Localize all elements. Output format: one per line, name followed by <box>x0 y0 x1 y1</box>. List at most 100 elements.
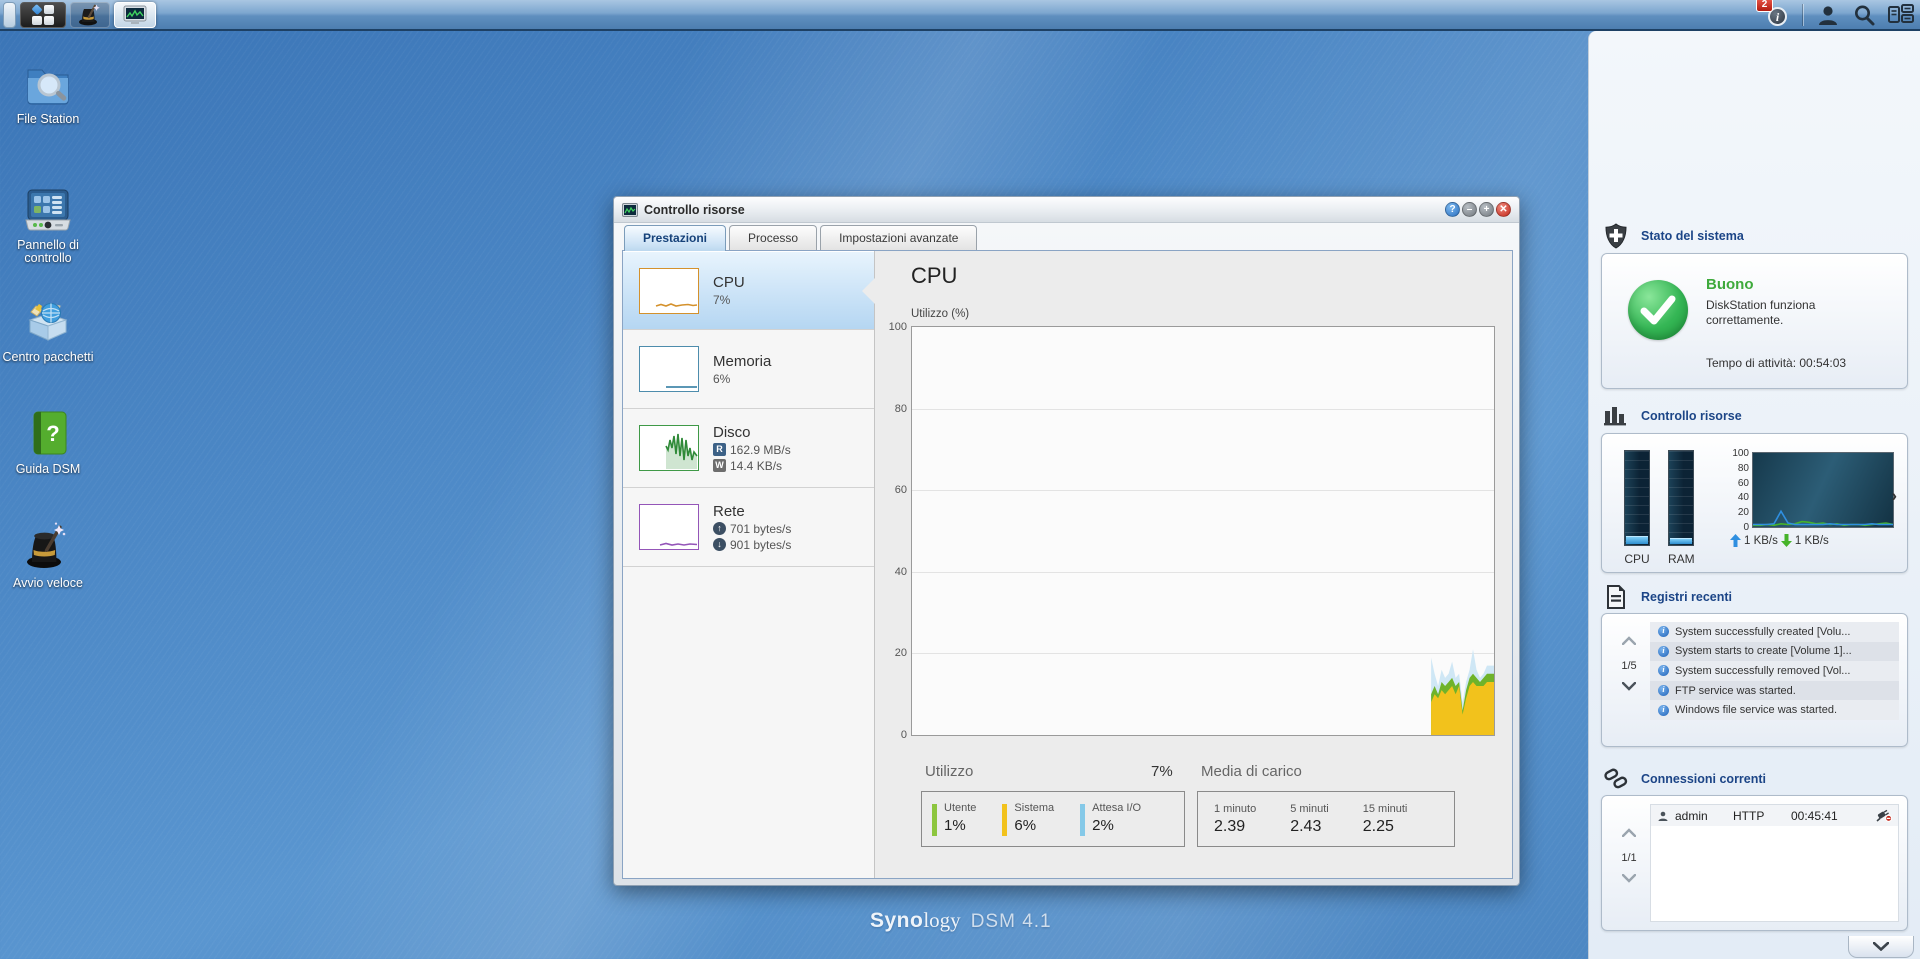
connection-user: admin <box>1675 808 1708 823</box>
window-close-button[interactable]: ✕ <box>1496 202 1511 217</box>
desktop-icon-control-panel[interactable]: Pannello di controllo <box>0 184 96 265</box>
logs-page-down[interactable] <box>1621 681 1637 691</box>
system-status-header: Stato del sistema <box>1603 223 1744 249</box>
logs-page-up[interactable] <box>1621 636 1637 646</box>
connection-time: 00:45:41 <box>1791 808 1838 823</box>
dsm-version: DSM 4.1 <box>970 911 1052 932</box>
notification-badge: 2 <box>1756 0 1773 12</box>
load-average-box: 1 minuto 2.39 5 minuti 2.43 15 minuti 2.25 <box>1197 791 1455 847</box>
cpu-sparkline <box>639 267 699 314</box>
connections-box: 1/1 admin HTTP 00:45:41 <box>1601 795 1908 931</box>
desktop-icon-quick-start[interactable]: Avvio veloce <box>0 522 96 590</box>
package-center-icon <box>28 303 68 341</box>
download-arrow-icon: ↓ <box>713 538 726 551</box>
resource-monitor-taskbar-button[interactable] <box>114 1 156 28</box>
network-down-value: 901 bytes/s <box>730 537 792 552</box>
category-item-rete[interactable]: Rete ↑ 701 bytes/s ↓ 901 bytes/s <box>623 488 874 567</box>
download-rate: 1 KB/s <box>1794 534 1829 547</box>
connection-row[interactable]: admin HTTP 00:45:41 <box>1651 805 1898 826</box>
disk-write-badge: W <box>713 459 726 472</box>
window-titlebar[interactable]: Controllo risorse ? – + ✕ <box>614 197 1519 223</box>
log-entry[interactable]: i FTP service was started. <box>1650 680 1899 701</box>
resource-widget-box: CPU RAM 100 80 60 40 20 0 1 KB/s 1 KB/s … <box>1601 433 1908 573</box>
connections-pager: 1/1 <box>1612 824 1646 892</box>
log-entry[interactable]: i System successfully created [Volu... <box>1650 622 1899 642</box>
window-title: Controllo risorse <box>644 202 745 217</box>
magic-hat-icon <box>79 4 100 25</box>
quick-start-icon <box>27 522 66 568</box>
network-up-value: 701 bytes/s <box>730 521 792 536</box>
tab-impostazioni-avanzate[interactable]: Impostazioni avanzate <box>820 225 978 251</box>
memory-sparkline <box>639 346 699 392</box>
ram-bar <box>1668 450 1694 546</box>
dsm-footer-logo: Synology DSM 4.1 <box>870 908 1052 932</box>
main-menu-button[interactable] <box>20 1 66 28</box>
system-status-box: Buono DiskStation funziona correttamente… <box>1601 253 1908 389</box>
category-item-memoria[interactable]: Memoria 6% <box>623 330 874 409</box>
window-maximize-button[interactable]: + <box>1479 202 1494 217</box>
y-tick: 100 <box>888 321 907 333</box>
connections-list: admin HTTP 00:45:41 <box>1650 804 1899 922</box>
window-tabs: Prestazioni Processo Impostazioni avanza… <box>624 225 978 251</box>
usage-legend-box: Utente 1% Sistema 6% Attesa I/O 2% <box>921 791 1185 847</box>
connection-protocol: HTTP <box>1733 808 1765 823</box>
pilot-view-icon[interactable] <box>1888 3 1914 26</box>
connections-header: Connessioni correnti <box>1603 766 1766 792</box>
info-icon: i <box>1658 704 1669 716</box>
log-entry[interactable]: i System successfully removed [Vol... <box>1650 661 1899 681</box>
status-description: DiskStation funziona correttamente. <box>1706 298 1816 327</box>
y-tick: 60 <box>894 484 907 497</box>
logs-pager: 1/5 <box>1612 632 1646 700</box>
desktop-icon-dsm-help[interactable]: ? Guida DSM <box>0 408 96 476</box>
disk-read-badge: R <box>713 443 726 456</box>
status-uptime: Tempo di attività: 00:54:03 <box>1706 356 1847 370</box>
upload-rate: 1 KB/s <box>1744 534 1778 547</box>
notifications-button[interactable]: i 2 <box>1756 0 1791 28</box>
main-menu-icon <box>31 3 54 25</box>
file-station-icon <box>27 69 69 105</box>
load-15min: 15 minuti 2.25 <box>1362 802 1408 835</box>
resource-monitor-icon <box>123 5 147 24</box>
log-entry[interactable]: i Windows file service was started. <box>1650 700 1899 720</box>
desktop-icon-label: Pannello di controllo <box>17 238 79 265</box>
category-value: 7% <box>713 293 731 307</box>
user-menu-icon[interactable] <box>1816 3 1840 27</box>
resource-widget-header: Controllo risorse <box>1603 403 1742 429</box>
info-icon: i <box>1658 685 1669 697</box>
sidebar-collapse-tab[interactable] <box>1848 936 1914 958</box>
category-item-cpu[interactable]: CPU 7% <box>623 251 875 330</box>
status-ok-icon <box>1628 280 1688 340</box>
tab-prestazioni[interactable]: Prestazioni <box>624 225 727 251</box>
network-rates: 1 KB/s 1 KB/s <box>1730 534 1829 547</box>
category-value: 6% <box>713 371 731 386</box>
y-tick: 40 <box>894 565 907 578</box>
tab-processo[interactable]: Processo <box>729 225 818 251</box>
load-average-label: Media di carico <box>1201 763 1302 780</box>
desktop-icon-label: File Station <box>16 112 80 126</box>
widget-next-chevron[interactable]: › <box>1891 486 1897 506</box>
network-sparkline <box>639 504 699 550</box>
cpu-usage-chart: 100 80 60 40 20 0 <box>889 321 1495 741</box>
search-icon[interactable] <box>1852 3 1876 27</box>
taskbar-separator <box>1803 3 1804 26</box>
bar-chart-icon <box>1604 407 1626 426</box>
window-minimize-button[interactable]: – <box>1462 202 1477 217</box>
connections-page-up[interactable] <box>1621 828 1637 838</box>
category-item-disco[interactable]: Disco R 162.9 MB/s W 14.4 KB/s <box>623 409 874 488</box>
legend-sistema: Sistema 6% <box>1002 802 1054 836</box>
ram-bar-label: RAM <box>1668 552 1695 566</box>
network-mini-chart: 100 80 60 40 20 0 <box>1732 448 1894 533</box>
desktop-icon-package-center[interactable]: Centro pacchetti <box>0 296 96 364</box>
connections-page-down[interactable] <box>1621 873 1637 883</box>
logs-page-indicator: 1/5 <box>1621 660 1637 672</box>
window-help-button[interactable]: ? <box>1445 202 1460 217</box>
show-desktop-button[interactable] <box>3 1 16 28</box>
log-entry[interactable]: i System starts to create [Volume 1]... <box>1650 641 1899 662</box>
quick-launch-button[interactable] <box>70 1 110 28</box>
disk-sparkline <box>639 425 699 471</box>
disconnect-icon[interactable] <box>1876 809 1892 822</box>
document-icon <box>1607 585 1625 609</box>
cpu-bar <box>1624 450 1650 546</box>
desktop-icon-label: Centro pacchetti <box>2 350 94 364</box>
desktop-icon-file-station[interactable]: File Station <box>0 58 96 126</box>
